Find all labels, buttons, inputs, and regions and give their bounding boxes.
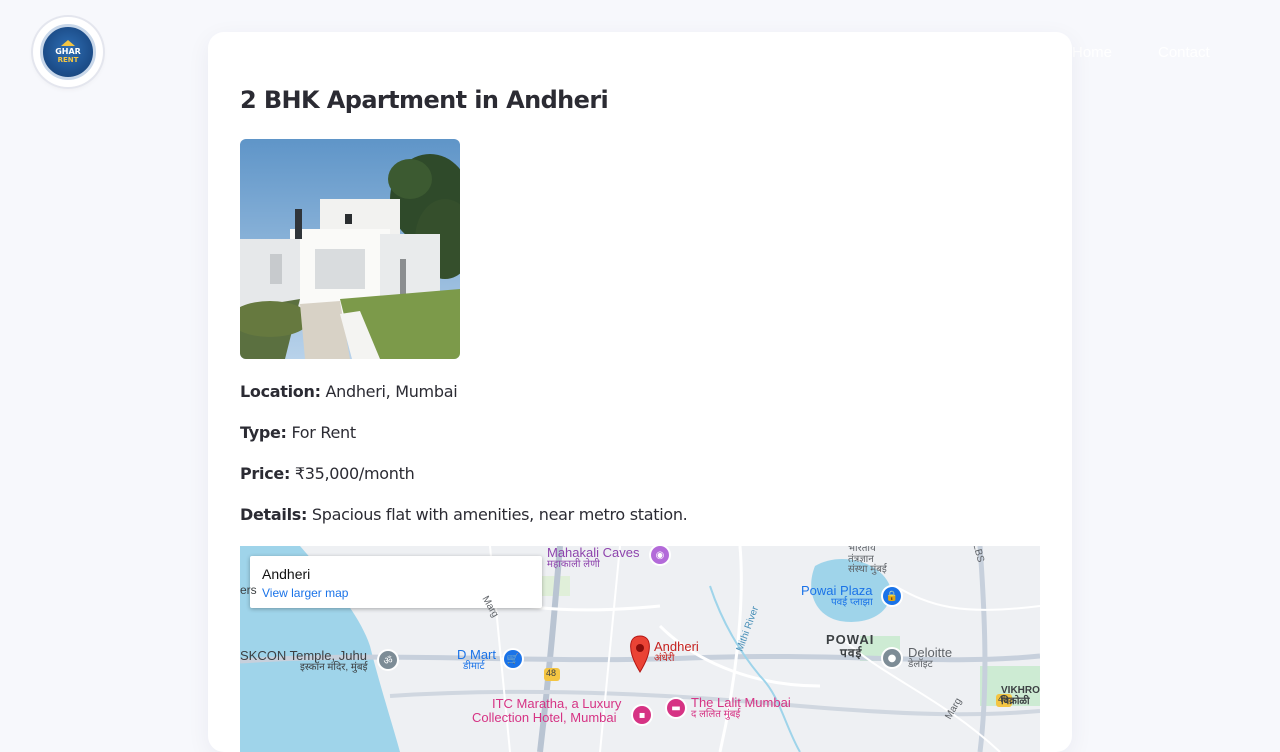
price-value: ₹35,000/month	[294, 464, 415, 483]
building-icon[interactable]: ●	[883, 649, 901, 667]
map-place-name: Andheri	[262, 566, 311, 582]
map-label-powai: POWAI पवई	[826, 632, 875, 660]
nav-item-home[interactable]: Home	[1072, 44, 1112, 61]
temple-icon[interactable]: ॐ	[379, 651, 397, 669]
logo[interactable]: GHAR RENT	[33, 17, 103, 87]
type-label: Type:	[240, 423, 287, 442]
map-label-iit: भारतीय तंत्रज्ञान संस्था मुंबई	[848, 546, 887, 575]
embedded-map[interactable]: Andheri View larger map Mahakali Caves मह…	[240, 546, 1040, 752]
route-48-shield-a: 48	[546, 668, 557, 678]
map-label-deloitte: Deloitte डेलॉइट	[908, 645, 953, 670]
bed-icon[interactable]: ▬	[667, 699, 685, 717]
route-48-shield-b: 48	[998, 694, 1009, 704]
property-photo	[240, 139, 460, 359]
camera-icon[interactable]: ◉	[651, 546, 669, 564]
map-label-dmart: D Mart डीमार्ट	[457, 647, 496, 672]
type-value: For Rent	[291, 423, 356, 442]
price-label: Price:	[240, 464, 291, 483]
nav-item-contact[interactable]: Contact	[1158, 44, 1210, 61]
listing-card: 2 BHK Apartment in Andheri Location: And…	[208, 32, 1072, 752]
map-label-itc-maratha: ITC Maratha, a Luxury Collection Hotel, …	[472, 696, 622, 725]
shopping-bag-icon[interactable]: 🔒	[883, 587, 901, 605]
map-label-iskcon: SKCON Temple, Juhu इस्कॉन मंदिर, मुंबई	[240, 648, 368, 673]
details-label: Details:	[240, 505, 308, 524]
logo-badge: GHAR RENT	[40, 24, 96, 80]
map-info-card: Andheri View larger map	[250, 556, 542, 608]
price-row: Price: ₹35,000/month	[240, 464, 415, 483]
details-row: Details: Spacious flat with amenities, n…	[240, 505, 688, 524]
map-label-partial: ers	[240, 583, 257, 597]
logo-text-ghar: GHAR	[55, 47, 81, 56]
location-row: Location: Andheri, Mumbai	[240, 382, 458, 401]
map-label-lalit: The Lalit Mumbai द ललित मुंबई	[691, 695, 791, 720]
map-label-andheri: Andheri अंधेरी	[654, 639, 699, 664]
house-roof-icon	[61, 40, 75, 46]
type-row: Type: For Rent	[240, 423, 356, 442]
hotel-icon[interactable]: ▪	[633, 706, 651, 724]
listing-title: 2 BHK Apartment in Andheri	[240, 86, 609, 114]
view-larger-map-link[interactable]: View larger map	[262, 586, 348, 600]
map-label-mahakali: Mahakali Caves महाकाली लेणी	[547, 546, 640, 570]
map-label-powai-plaza: Powai Plaza पवई प्लाझा	[801, 583, 873, 608]
location-value: Andheri, Mumbai	[325, 382, 458, 401]
logo-text-rent: RENT	[57, 56, 79, 64]
details-value: Spacious flat with amenities, near metro…	[311, 505, 688, 524]
shopping-cart-icon[interactable]: 🛒	[504, 650, 522, 668]
location-label: Location:	[240, 382, 321, 401]
top-nav: Home Contact	[1072, 44, 1280, 68]
